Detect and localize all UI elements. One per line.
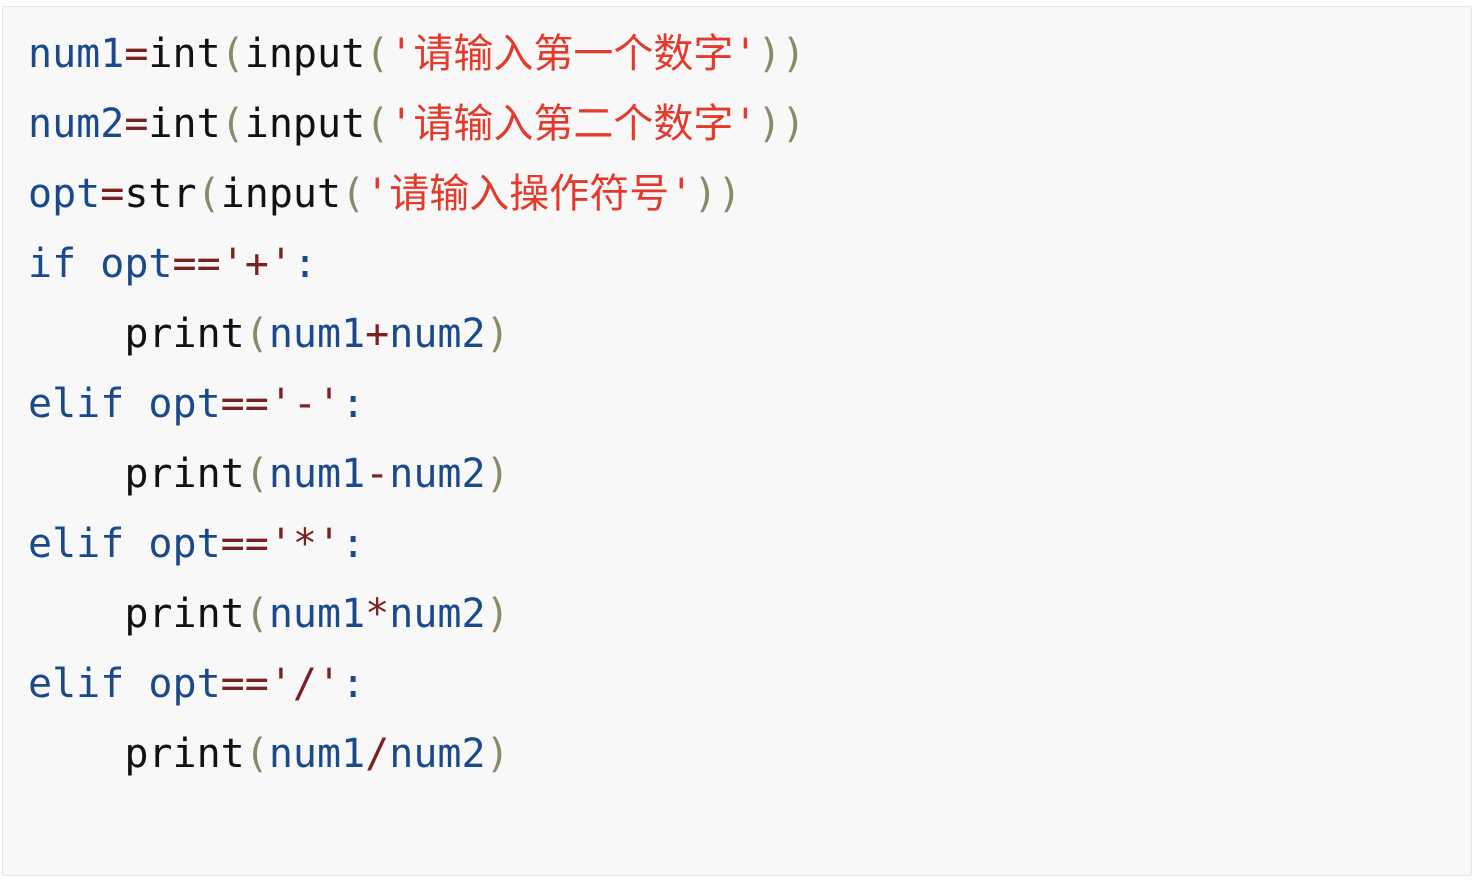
code-token-paren: (	[196, 171, 221, 217]
code-token-ident: num1	[268, 311, 366, 357]
code-token-paren: (	[244, 731, 269, 777]
code-token-ident: num2	[389, 731, 486, 777]
code-token-string: '请输入操作符号'	[365, 171, 694, 217]
code-line: print(num1/num2)	[28, 729, 1471, 799]
code-token-ident: opt	[100, 241, 173, 287]
code-token-paren: (	[220, 101, 245, 147]
code-token-ident: num1	[268, 591, 366, 637]
code-token-string: '请输入第二个数字'	[389, 101, 758, 147]
code-token-ident: num1	[268, 451, 366, 497]
code-line: opt=str(input('请输入操作符号'))	[28, 169, 1471, 239]
code-token-op: +	[365, 311, 390, 357]
code-token-op: '+'	[220, 241, 293, 287]
code-token-ident: :	[341, 661, 366, 707]
code-token-builtin: input	[244, 31, 366, 77]
code-token-ident: num2	[28, 101, 125, 147]
code-token-builtin: str	[124, 171, 197, 217]
code-line: print(num1-num2)	[28, 449, 1471, 519]
code-token-op: ==	[220, 381, 269, 427]
code-token-paren: )	[485, 591, 510, 637]
code-token-builtin: int	[148, 101, 221, 147]
code-token-keyword: elif	[28, 661, 125, 707]
code-token-keyword: elif	[28, 381, 125, 427]
code-token-op: '/'	[268, 661, 342, 707]
code-token-builtin: print	[124, 731, 245, 777]
code-token-paren: (	[341, 171, 366, 217]
code-lines: num1=int(input('请输入第一个数字')) num2=int(inpu…	[28, 29, 1471, 799]
code-token-op: ==	[220, 661, 269, 707]
code-token-ident: num2	[389, 311, 486, 357]
code-token-string: '请输入第一个数字'	[389, 31, 758, 77]
code-token-op: =	[124, 31, 149, 77]
code-token-paren: (	[365, 101, 390, 147]
code-token-keyword: elif	[28, 521, 125, 567]
code-token-paren: (	[365, 31, 390, 77]
code-line: if opt=='+':	[28, 239, 1471, 309]
code-token-op: '-'	[268, 381, 342, 427]
code-token-ident: opt	[148, 661, 221, 707]
code-token-paren: )	[485, 451, 510, 497]
code-token-builtin: print	[124, 591, 245, 637]
code-token-builtin: print	[124, 311, 245, 357]
code-token-ident: num2	[389, 451, 486, 497]
code-token-ident: :	[341, 381, 366, 427]
code-line: elif opt=='-':	[28, 379, 1471, 449]
code-token-op: =	[100, 171, 125, 217]
code-token-op: ==	[220, 521, 269, 567]
code-token-ident: num1	[28, 31, 125, 77]
code-token-ident: :	[341, 521, 366, 567]
code-token-op: *	[365, 591, 390, 637]
code-token-paren: (	[244, 311, 269, 357]
code-token-ident: opt	[28, 171, 101, 217]
code-token-ident: opt	[148, 521, 221, 567]
code-token-ident: num1	[268, 731, 366, 777]
code-token-keyword: if	[28, 241, 77, 287]
code-line: print(num1*num2)	[28, 589, 1471, 659]
code-token-paren: ))	[693, 171, 742, 217]
code-token-ident: num2	[389, 591, 486, 637]
code-token-op: ==	[172, 241, 221, 287]
code-token-builtin: input	[220, 171, 342, 217]
code-line: elif opt=='/':	[28, 659, 1471, 729]
code-token-ident: :	[292, 241, 318, 287]
code-token-paren: )	[485, 311, 510, 357]
code-line: num1=int(input('请输入第一个数字'))	[28, 29, 1471, 99]
code-token-op: '*'	[268, 521, 342, 567]
code-token-builtin: int	[148, 31, 221, 77]
code-token-paren: ))	[757, 31, 806, 77]
code-line: print(num1+num2)	[28, 309, 1471, 379]
code-block: num1=int(input('请输入第一个数字')) num2=int(inpu…	[2, 6, 1472, 876]
code-token-paren: ))	[757, 101, 806, 147]
code-token-ident: opt	[148, 381, 221, 427]
code-token-op: =	[124, 101, 149, 147]
code-token-builtin: input	[244, 101, 366, 147]
code-token-paren: (	[220, 31, 245, 77]
code-token-paren: (	[244, 451, 269, 497]
code-token-op: /	[365, 731, 390, 777]
code-token-builtin: print	[124, 451, 245, 497]
code-token-op: -	[365, 451, 390, 497]
code-token-paren: (	[244, 591, 269, 637]
code-token-paren: )	[485, 731, 510, 777]
code-line: num2=int(input('请输入第二个数字'))	[28, 99, 1471, 169]
code-line: elif opt=='*':	[28, 519, 1471, 589]
